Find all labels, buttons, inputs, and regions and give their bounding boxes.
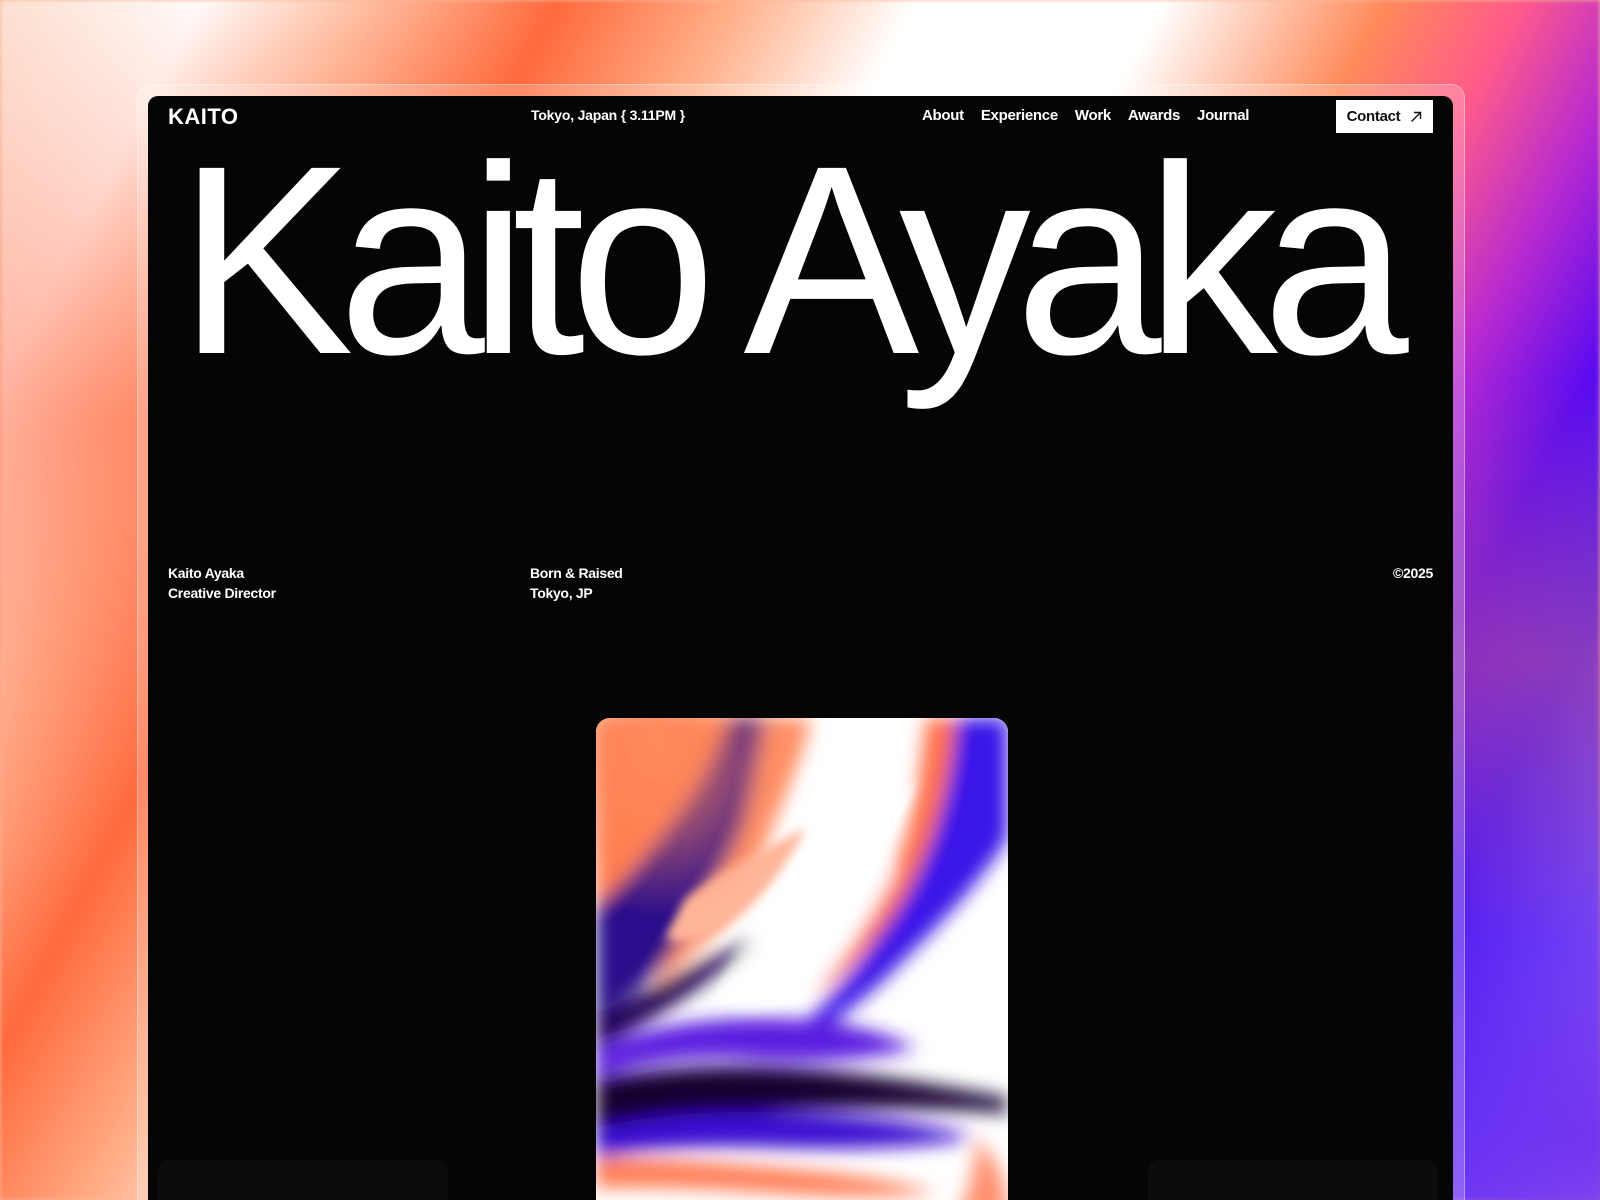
info-role: Creative Director bbox=[168, 585, 276, 601]
info-origin-place: Tokyo, JP bbox=[530, 585, 593, 601]
info-identity: Kaito Ayaka Creative Director bbox=[168, 563, 276, 603]
hero-artwork bbox=[596, 718, 1008, 1200]
copyright: ©2025 bbox=[1393, 565, 1433, 581]
info-origin-label: Born & Raised bbox=[530, 565, 623, 581]
card-preview-right bbox=[1148, 1160, 1438, 1200]
site-window: KAITO Tokyo, Japan { 3.11PM } About Expe… bbox=[148, 96, 1453, 1200]
info-origin: Born & Raised Tokyo, JP bbox=[530, 563, 623, 603]
card-preview-left bbox=[158, 1160, 448, 1200]
hero-title: Kaito Ayaka bbox=[178, 110, 1409, 411]
arrow-up-right-icon bbox=[1411, 111, 1422, 122]
info-name: Kaito Ayaka bbox=[168, 565, 244, 581]
abstract-gradient-image bbox=[596, 718, 1008, 1200]
